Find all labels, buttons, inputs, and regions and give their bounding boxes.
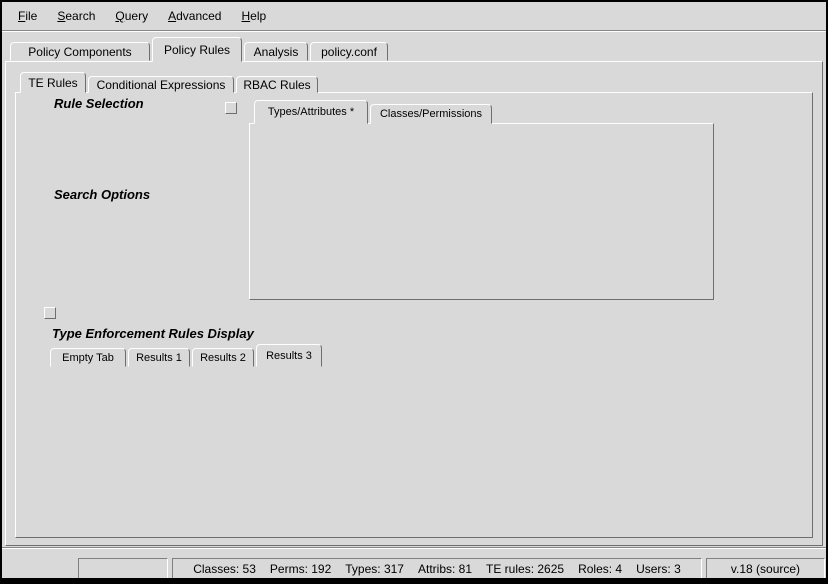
- horizontal-sash-handle[interactable]: [44, 307, 56, 319]
- statusbar-separator: [2, 547, 826, 549]
- tab-label: Results 1: [136, 352, 182, 364]
- menu-help[interactable]: Help: [231, 5, 276, 27]
- types-attributes-page: [249, 123, 714, 300]
- app-window: File Search Query Advanced Help Policy C…: [0, 0, 828, 584]
- stat-attribs: Attribs: 81: [418, 562, 472, 576]
- status-version: v.18 (source): [706, 558, 825, 579]
- tab-classes-permissions[interactable]: Classes/Permissions: [370, 104, 492, 124]
- tab-label: Policy Components: [28, 45, 131, 59]
- tab-conditional-expressions[interactable]: Conditional Expressions: [88, 76, 234, 93]
- tab-analysis[interactable]: Analysis: [244, 42, 308, 61]
- menu-search[interactable]: Search: [47, 5, 105, 27]
- tab-results-3[interactable]: Results 3: [256, 344, 322, 367]
- status-stats: Classes: 53 Perms: 192 Types: 317 Attrib…: [172, 558, 702, 579]
- tab-label: Policy Rules: [164, 43, 230, 57]
- te-rules-display-title: Type Enforcement Rules Display: [48, 326, 258, 341]
- stat-perms: Perms: 192: [270, 562, 331, 576]
- tab-results-1[interactable]: Results 1: [128, 348, 190, 367]
- tab-types-attributes[interactable]: Types/Attributes *: [254, 100, 368, 124]
- stat-types: Types: 317: [345, 562, 404, 576]
- tab-label: Conditional Expressions: [97, 78, 226, 92]
- version-label: v.18 (source): [731, 562, 800, 576]
- tab-label: Empty Tab: [62, 352, 114, 364]
- tab-results-2[interactable]: Results 2: [192, 348, 254, 367]
- menu-advanced[interactable]: Advanced: [158, 5, 231, 27]
- stat-te-rules: TE rules: 2625: [486, 562, 564, 576]
- tab-te-rules[interactable]: TE Rules: [20, 72, 86, 93]
- tab-label: Results 3: [266, 350, 312, 362]
- tab-label: Results 2: [200, 352, 246, 364]
- stat-users: Users: 3: [636, 562, 681, 576]
- menu-bar: File Search Query Advanced Help: [2, 2, 826, 30]
- tab-empty-tab[interactable]: Empty Tab: [50, 348, 126, 367]
- search-options-title: Search Options: [50, 187, 154, 202]
- tab-policy-rules[interactable]: Policy Rules: [152, 37, 242, 62]
- tab-rbac-rules[interactable]: RBAC Rules: [236, 76, 318, 93]
- tab-label: Analysis: [254, 45, 299, 59]
- menu-separator: [2, 30, 826, 32]
- tab-label: policy.conf: [321, 45, 377, 59]
- stat-classes: Classes: 53: [193, 562, 256, 576]
- tab-policy-components[interactable]: Policy Components: [10, 42, 150, 61]
- rule-selection-title: Rule Selection: [50, 96, 148, 111]
- menu-file[interactable]: File: [8, 5, 47, 27]
- tab-label: RBAC Rules: [243, 78, 310, 92]
- vertical-sash-handle[interactable]: [225, 102, 237, 114]
- tab-policy-conf[interactable]: policy.conf: [310, 42, 388, 61]
- tab-label: TE Rules: [28, 76, 77, 90]
- status-empty-box: [78, 558, 168, 579]
- tab-label: Types/Attributes *: [268, 106, 354, 118]
- menu-query[interactable]: Query: [105, 5, 158, 27]
- stat-roles: Roles: 4: [578, 562, 622, 576]
- tab-label: Classes/Permissions: [380, 108, 482, 120]
